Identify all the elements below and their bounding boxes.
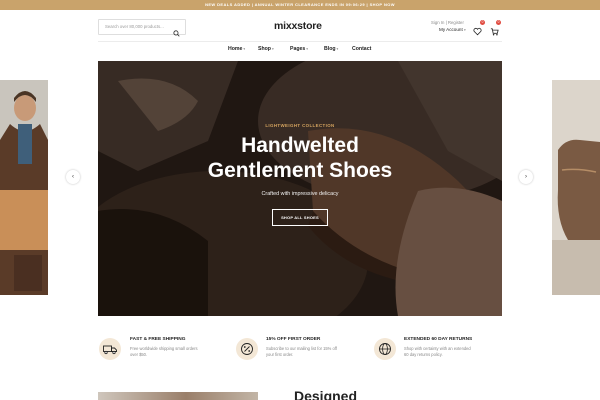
- chevron-down-icon: ▾: [336, 47, 339, 51]
- nav-item-shop[interactable]: Shop▾: [258, 46, 274, 54]
- cart-count-badge: 0: [496, 20, 501, 25]
- chevron-down-icon: ▾: [243, 47, 246, 51]
- nav-label[interactable]: Blog: [324, 46, 336, 52]
- previous-slide-image: [0, 80, 48, 295]
- nav-item-blog[interactable]: Blog▾: [324, 46, 338, 54]
- percent-icon: [241, 343, 253, 355]
- hero-title-line-2: Gentlement Shoes: [207, 159, 393, 182]
- chevron-left-icon[interactable]: ‹: [72, 174, 74, 180]
- feature-icon-wrapper: [236, 338, 258, 360]
- wishlist-count-badge: 0: [480, 20, 485, 25]
- site-logo[interactable]: mixxstore: [274, 19, 326, 33]
- my-account-label[interactable]: My Account: [439, 27, 463, 32]
- my-account-menu[interactable]: My Account ▾: [439, 27, 466, 32]
- feature-description: Shop with certainty with an extended 60 …: [404, 346, 471, 358]
- announcement-text[interactable]: NEW DEALS ADDED | ANNUAL WINTER CLEARANC…: [205, 2, 395, 7]
- search-box[interactable]: Search over 80,000 products...: [98, 19, 186, 37]
- hero-title: Handwelted Gentlement Shoes: [98, 133, 502, 183]
- hero-overlay: [98, 61, 502, 316]
- feature-description: Subscribe to our mailing list for 15% of…: [266, 346, 337, 358]
- feature-title: 15% OFF FIRST ORDER: [266, 337, 321, 342]
- next-slide-image: [552, 80, 600, 295]
- feature-title: FAST & FREE SHIPPING: [130, 337, 186, 342]
- nav-label[interactable]: Shop: [258, 46, 271, 52]
- slider-prev-button[interactable]: ‹: [66, 170, 80, 184]
- feature-icon-wrapper: [374, 338, 396, 360]
- nav-label[interactable]: Pages: [290, 46, 305, 52]
- hero-slide[interactable]: LIGHTWEIGHT COLLECTION Handwelted Gentle…: [98, 61, 502, 316]
- shop-all-shoes-button[interactable]: SHOP ALL SHOES: [272, 209, 328, 226]
- feature-description: Free worldwide shipping small orders ove…: [130, 346, 198, 358]
- sign-in-register-link[interactable]: Sign In | Register: [431, 20, 464, 25]
- feature-title: EXTENDED 60 DAY RETURNS: [404, 337, 473, 342]
- nav-item-home[interactable]: Home▾: [228, 46, 245, 54]
- chevron-down-icon: ▾: [464, 28, 466, 32]
- search-icon[interactable]: [173, 24, 180, 37]
- nav-label[interactable]: Home: [228, 46, 242, 52]
- chevron-right-icon[interactable]: ›: [525, 174, 527, 180]
- header-divider: [98, 41, 502, 42]
- hero-title-line-1: Handwelted: [241, 134, 359, 157]
- truck-icon: [103, 345, 117, 355]
- chevron-down-icon: ▾: [306, 47, 309, 51]
- globe-icon: [379, 343, 391, 355]
- nav-label[interactable]: Contact: [352, 46, 371, 52]
- hero-description: Crafted with impressive delicacy: [261, 191, 339, 197]
- feature-icon-wrapper: [99, 338, 121, 360]
- announcement-bar[interactable]: NEW DEALS ADDED | ANNUAL WINTER CLEARANC…: [0, 0, 600, 10]
- nav-item-pages[interactable]: Pages▾: [290, 46, 308, 54]
- slider-next-button[interactable]: ›: [519, 170, 533, 184]
- featured-collection-image: [98, 392, 258, 400]
- search-input-placeholder[interactable]: Search over 80,000 products...: [105, 20, 164, 34]
- chevron-down-icon: ▾: [271, 47, 274, 51]
- hero-subtitle: LIGHTWEIGHT COLLECTION: [265, 123, 335, 128]
- section-heading: Designed: [294, 388, 358, 400]
- nav-item-contact[interactable]: Contact: [352, 46, 371, 54]
